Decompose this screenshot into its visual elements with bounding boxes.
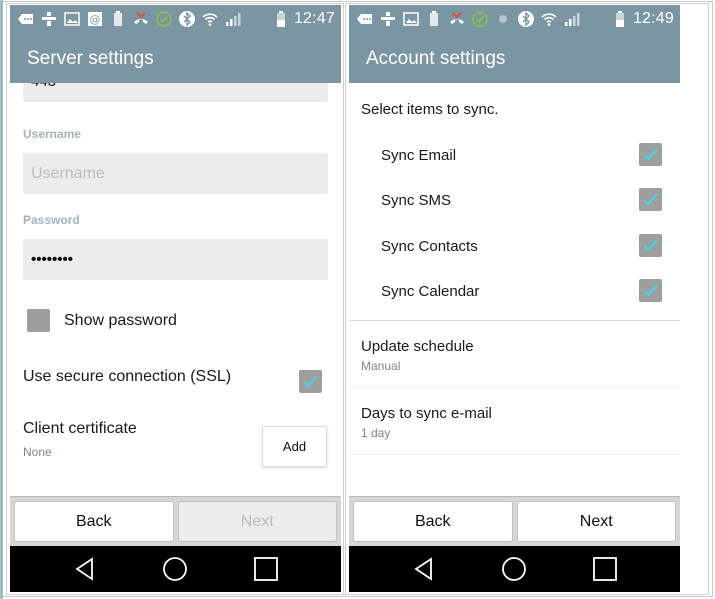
recents-square-icon[interactable] bbox=[592, 556, 618, 582]
password-label: Password bbox=[23, 213, 80, 227]
sync-contacts-checkbox[interactable] bbox=[639, 234, 662, 257]
days-to-sync-label: Days to sync e-mail bbox=[361, 405, 492, 422]
username-label: Username bbox=[23, 127, 82, 141]
message-icon bbox=[357, 11, 373, 27]
check-icon bbox=[643, 193, 658, 206]
status-bar: @ 12:47 bbox=[10, 5, 341, 33]
password-field[interactable]: •••••••• bbox=[23, 239, 328, 280]
client-certificate-value: None bbox=[23, 445, 52, 459]
port-value: 443 bbox=[31, 83, 56, 90]
home-circle-icon[interactable] bbox=[162, 556, 188, 582]
back-button[interactable]: Back bbox=[353, 501, 513, 542]
signal-icon bbox=[564, 11, 580, 27]
check-icon bbox=[643, 239, 658, 252]
message-icon bbox=[18, 11, 34, 27]
navigation-bar bbox=[10, 546, 341, 592]
recents-square-icon[interactable] bbox=[253, 556, 279, 582]
page-title: Server settings bbox=[10, 33, 341, 83]
battery-icon bbox=[273, 11, 289, 27]
home-circle-icon[interactable] bbox=[501, 556, 527, 582]
update-schedule-value: Manual bbox=[361, 359, 401, 373]
wifi-icon bbox=[541, 11, 557, 27]
client-certificate-label: Client certificate bbox=[23, 420, 137, 437]
button-bar: Back Next bbox=[10, 496, 341, 546]
missed-call-icon bbox=[133, 11, 149, 27]
wifi-icon bbox=[202, 11, 218, 27]
show-password-checkbox[interactable] bbox=[27, 309, 50, 332]
battery-bluetooth-icon bbox=[110, 11, 126, 27]
port-field[interactable]: 443 bbox=[23, 83, 328, 102]
battery-icon bbox=[612, 11, 628, 27]
divider bbox=[349, 454, 680, 455]
show-password-label: Show password bbox=[64, 312, 177, 329]
battery-bluetooth-icon bbox=[426, 11, 442, 27]
bluetooth-icon bbox=[179, 11, 195, 27]
server-settings-screen: @ 12:47 Server settings 443 Username Use… bbox=[10, 5, 341, 592]
button-bar: Back Next bbox=[349, 496, 680, 546]
sync-section-label: Select items to sync. bbox=[361, 101, 499, 118]
ssl-checkbox[interactable] bbox=[299, 370, 322, 393]
sync-email-checkbox[interactable] bbox=[639, 143, 662, 166]
sync-calendar-checkbox[interactable] bbox=[639, 279, 662, 302]
back-triangle-icon[interactable] bbox=[411, 556, 437, 582]
bluetooth-icon bbox=[518, 11, 534, 27]
check-icon bbox=[643, 148, 658, 161]
server-settings-form: 443 Username Username Password •••••••• … bbox=[10, 83, 341, 496]
clock: 12:47 bbox=[293, 10, 335, 27]
back-triangle-icon[interactable] bbox=[72, 556, 98, 582]
signal-icon bbox=[225, 11, 241, 27]
username-field[interactable]: Username bbox=[23, 153, 328, 194]
divider bbox=[349, 320, 680, 321]
image-icon bbox=[403, 11, 419, 27]
username-placeholder: Username bbox=[31, 165, 105, 182]
update-schedule-label: Update schedule bbox=[361, 338, 474, 355]
missed-call-icon bbox=[449, 11, 465, 27]
navigation-bar bbox=[349, 546, 680, 592]
check-icon bbox=[643, 284, 658, 297]
clock: 12:49 bbox=[632, 10, 674, 27]
check-circle-icon bbox=[472, 11, 488, 27]
image-icon bbox=[64, 11, 80, 27]
svg-text:@: @ bbox=[90, 13, 101, 26]
ssl-label: Use secure connection (SSL) bbox=[23, 368, 232, 385]
sync-item-label: Sync Email bbox=[381, 147, 457, 164]
small-sync-icon bbox=[495, 11, 511, 27]
days-to-sync-value: 1 day bbox=[361, 426, 391, 440]
account-settings-screen: 12:49 Account settings Select items to s… bbox=[349, 5, 680, 592]
back-button[interactable]: Back bbox=[14, 501, 174, 542]
sync-item-label: Sync Contacts bbox=[381, 238, 478, 255]
sync-item-label: Sync SMS bbox=[381, 192, 452, 209]
account-settings-list: Select items to sync. Sync Email Sync SM… bbox=[349, 83, 680, 496]
check-icon bbox=[303, 375, 318, 388]
add-certificate-button[interactable]: Add bbox=[262, 426, 327, 467]
page-title: Account settings bbox=[349, 33, 680, 83]
status-bar: 12:49 bbox=[349, 5, 680, 33]
frame-accent bbox=[0, 0, 3, 599]
next-button[interactable]: Next bbox=[177, 501, 337, 542]
email-icon: @ bbox=[87, 11, 103, 27]
sync-sms-checkbox[interactable] bbox=[639, 188, 662, 211]
check-circle-icon bbox=[156, 11, 172, 27]
divider bbox=[349, 387, 680, 388]
usb-debug-icon bbox=[380, 11, 396, 27]
password-value: •••••••• bbox=[31, 251, 74, 268]
next-button[interactable]: Next bbox=[516, 501, 676, 542]
sync-item-label: Sync Calendar bbox=[381, 283, 480, 300]
usb-debug-icon bbox=[41, 11, 57, 27]
